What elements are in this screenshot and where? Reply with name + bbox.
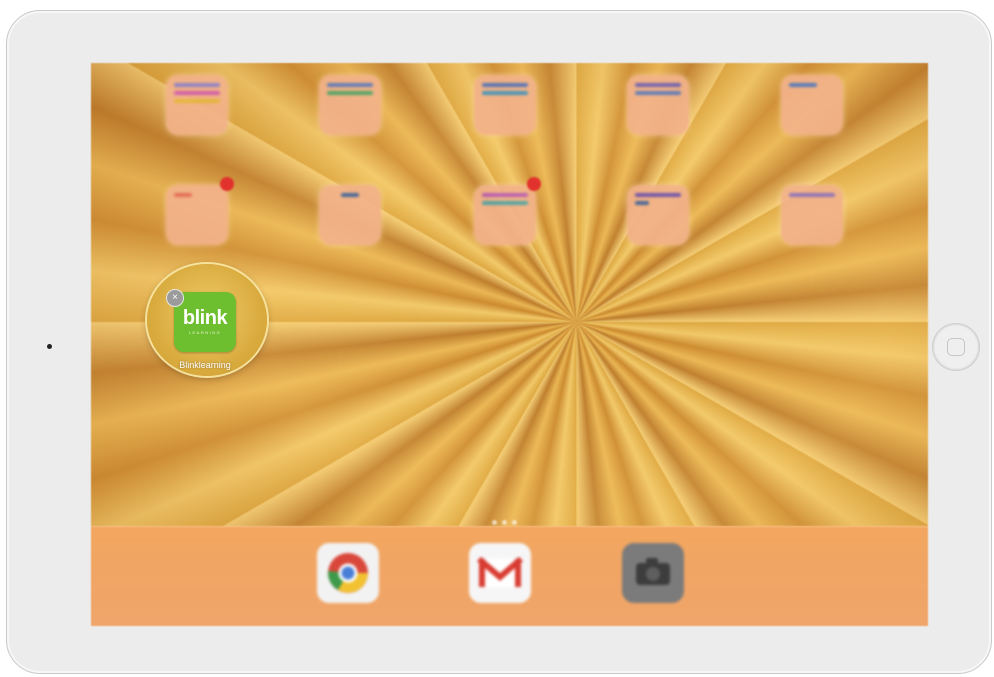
notification-badge xyxy=(220,177,234,191)
blink-logo-subtext: LEARNING xyxy=(188,329,222,335)
blinklearning-app-label: Blinklearning xyxy=(179,360,231,370)
app-folder-icon[interactable] xyxy=(781,75,843,135)
camera-icon[interactable] xyxy=(622,543,684,603)
app-folder-icon[interactable] xyxy=(166,185,228,245)
gmail-icon[interactable] xyxy=(469,543,531,603)
blink-logo-text: blink xyxy=(182,306,228,329)
close-icon[interactable]: × xyxy=(166,289,184,307)
delete-glyph: × xyxy=(172,292,178,303)
app-folder-icon[interactable] xyxy=(319,185,381,245)
home-button-icon xyxy=(947,338,965,356)
home-button[interactable] xyxy=(932,323,980,371)
front-camera xyxy=(47,344,52,349)
app-folder-icon[interactable] xyxy=(627,185,689,245)
app-folder-icon[interactable] xyxy=(166,75,228,135)
chrome-icon[interactable] xyxy=(317,543,379,603)
app-folder-icon[interactable] xyxy=(319,75,381,135)
notification-badge xyxy=(527,177,541,191)
app-folder-icon[interactable] xyxy=(627,75,689,135)
page-indicator[interactable] xyxy=(479,518,529,526)
dock xyxy=(91,526,928,626)
app-label xyxy=(152,141,242,148)
app-folder-icon[interactable] xyxy=(781,185,843,245)
app-folder-icon[interactable] xyxy=(474,185,536,245)
app-folder-icon[interactable] xyxy=(474,75,536,135)
